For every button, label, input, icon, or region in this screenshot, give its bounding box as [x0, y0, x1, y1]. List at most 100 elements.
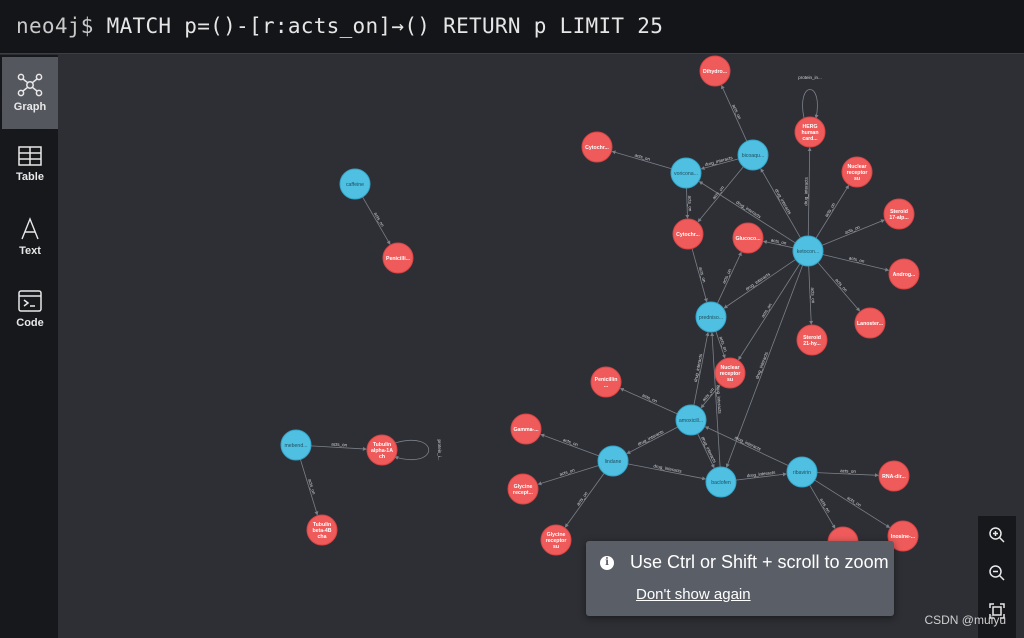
relationship-edge[interactable] — [540, 433, 600, 457]
relationship-label: acts_on — [331, 442, 348, 448]
compound-node[interactable]: bicoaqu... — [737, 139, 769, 171]
node-label: predniso... — [699, 315, 723, 321]
relationship-edge[interactable] — [721, 84, 748, 142]
relationship-label: acts_on — [810, 287, 816, 303]
node-label: voricona... — [674, 171, 698, 177]
target-node[interactable]: Glucoco... — [732, 222, 764, 254]
node-label: 21-hy... — [803, 341, 821, 347]
relationship-edge[interactable] — [619, 388, 678, 415]
relationship-label: protein_i... — [437, 439, 442, 460]
compound-node[interactable]: ribavirin — [786, 456, 818, 488]
table-icon — [18, 146, 42, 166]
target-node[interactable]: Penicillin... — [590, 366, 622, 398]
target-node[interactable]: Glycinerecept... — [507, 473, 539, 505]
relationship-edge[interactable] — [626, 426, 678, 454]
compound-node[interactable]: mebend... — [280, 429, 312, 461]
graph-icon — [17, 73, 43, 97]
node-label: card... — [802, 136, 818, 142]
target-node[interactable]: Nuclearreceptorsu — [714, 357, 746, 389]
self-loop-edge[interactable] — [394, 440, 430, 460]
node-label: su — [553, 544, 559, 550]
target-node[interactable]: Steroid21-hy... — [796, 324, 828, 356]
node-label: ch — [379, 454, 385, 460]
sidebar-label-graph: Graph — [13, 101, 47, 113]
target-node[interactable]: Nuclearreceptorsu — [841, 156, 873, 188]
target-node[interactable]: Steroid17-alp... — [883, 198, 915, 230]
compound-node[interactable]: voricona... — [670, 157, 702, 189]
relationship-edge[interactable] — [738, 263, 801, 361]
compound-node[interactable]: amoxicill... — [675, 404, 707, 436]
relationship-edge[interactable] — [821, 219, 885, 246]
zoom-out-icon — [989, 565, 1005, 581]
code-icon — [18, 290, 42, 312]
relationship-edge[interactable] — [817, 262, 861, 312]
self-loop-edge[interactable] — [802, 89, 819, 119]
zoom-in-icon — [989, 527, 1005, 543]
target-node[interactable]: HERGhumancard... — [794, 116, 826, 148]
target-node[interactable]: Androg... — [888, 258, 920, 290]
relationship-label: drug_interacts — [735, 200, 762, 220]
compound-node[interactable]: predniso... — [695, 301, 727, 333]
relationship-label: drug_interacts — [700, 436, 717, 465]
node-label: ... — [604, 383, 609, 389]
target-node[interactable]: Cytochr... — [672, 218, 704, 250]
target-node[interactable]: Gamma-... — [510, 413, 542, 445]
relationship-label: acts_on — [844, 224, 861, 235]
node-label: Cytochr... — [585, 145, 609, 151]
relationship-label: protein_in... — [798, 75, 822, 80]
query-editor[interactable]: neo4j$ MATCH p=()-[r:acts_on]→() RETURN … — [16, 14, 663, 38]
node-label: Lanoster... — [857, 321, 884, 327]
sidebar-label-table: Table — [16, 171, 44, 183]
node-label: amoxicill... — [679, 418, 703, 424]
sidebar-item-table[interactable]: Table — [2, 129, 58, 201]
sidebar-item-graph[interactable]: Graph — [2, 57, 58, 129]
node-label: ribavirin — [793, 470, 811, 476]
node-label: mebend... — [284, 443, 307, 449]
relationship-edge[interactable] — [685, 187, 690, 219]
relationship-label: drug_interacts — [754, 351, 769, 380]
zoom-in-button[interactable] — [978, 516, 1016, 554]
target-node[interactable]: Penicilli... — [382, 242, 414, 274]
target-node[interactable]: Cytochr... — [581, 131, 613, 163]
relationship-edge[interactable] — [809, 484, 836, 529]
relationship-edge[interactable] — [564, 472, 605, 528]
text-icon — [21, 217, 39, 240]
target-node[interactable]: Tubulinbeta-4Bcha — [306, 514, 338, 546]
compound-node[interactable]: lindane — [597, 445, 629, 477]
query-bar[interactable]: neo4j$ MATCH p=()-[r:acts_on]→() RETURN … — [0, 0, 1024, 54]
relationship-edge[interactable] — [716, 251, 742, 304]
relationship-edge[interactable] — [760, 168, 801, 239]
query-text[interactable]: MATCH p=()-[r:acts_on]→() RETURN p LIMIT… — [107, 14, 664, 38]
relationship-label: drug_interacts — [693, 353, 703, 383]
node-label: Glucoco... — [735, 236, 761, 242]
target-node[interactable]: Lanoster... — [854, 307, 886, 339]
target-node[interactable]: Tubulinalpha-1Ach — [366, 434, 398, 466]
relationship-label: drug_interacts — [637, 429, 665, 447]
relationship-label: drug_interacts — [734, 435, 763, 452]
node-label: recept... — [513, 490, 533, 496]
node-label: lindane — [605, 459, 622, 465]
target-node[interactable]: Glycinereceptorsu — [540, 524, 572, 556]
zoom-out-button[interactable] — [978, 554, 1016, 592]
node-label: Penicilli... — [386, 256, 410, 262]
toast-message: Use Ctrl or Shift + scroll to zoom — [630, 552, 889, 572]
relationship-label: acts_on — [834, 277, 848, 293]
sidebar-item-text[interactable]: Text — [2, 201, 58, 273]
relationship-label: drug_interacts — [774, 188, 793, 216]
relationship-label: acts_on — [840, 468, 856, 474]
sidebar-item-code[interactable]: Code — [2, 273, 58, 345]
node-label: caffeine — [346, 182, 364, 188]
target-node[interactable]: Dihydro... — [699, 55, 731, 87]
target-node[interactable]: RNA-dir... — [878, 460, 910, 492]
compound-node[interactable]: caffeine — [339, 168, 371, 200]
relationship-label: acts_on — [721, 268, 732, 285]
query-prompt: neo4j$ — [16, 14, 94, 38]
dont-show-again-link[interactable]: Don't show again — [636, 586, 751, 603]
sidebar-label-text: Text — [19, 245, 41, 257]
relationship-edge[interactable] — [697, 166, 744, 223]
relationship-edge[interactable] — [362, 196, 391, 245]
compound-node[interactable]: ketocon... — [792, 235, 824, 267]
node-label: 17-alp... — [889, 215, 909, 221]
compound-node[interactable]: baclofen — [705, 466, 737, 498]
node-label: Androg... — [893, 272, 916, 278]
